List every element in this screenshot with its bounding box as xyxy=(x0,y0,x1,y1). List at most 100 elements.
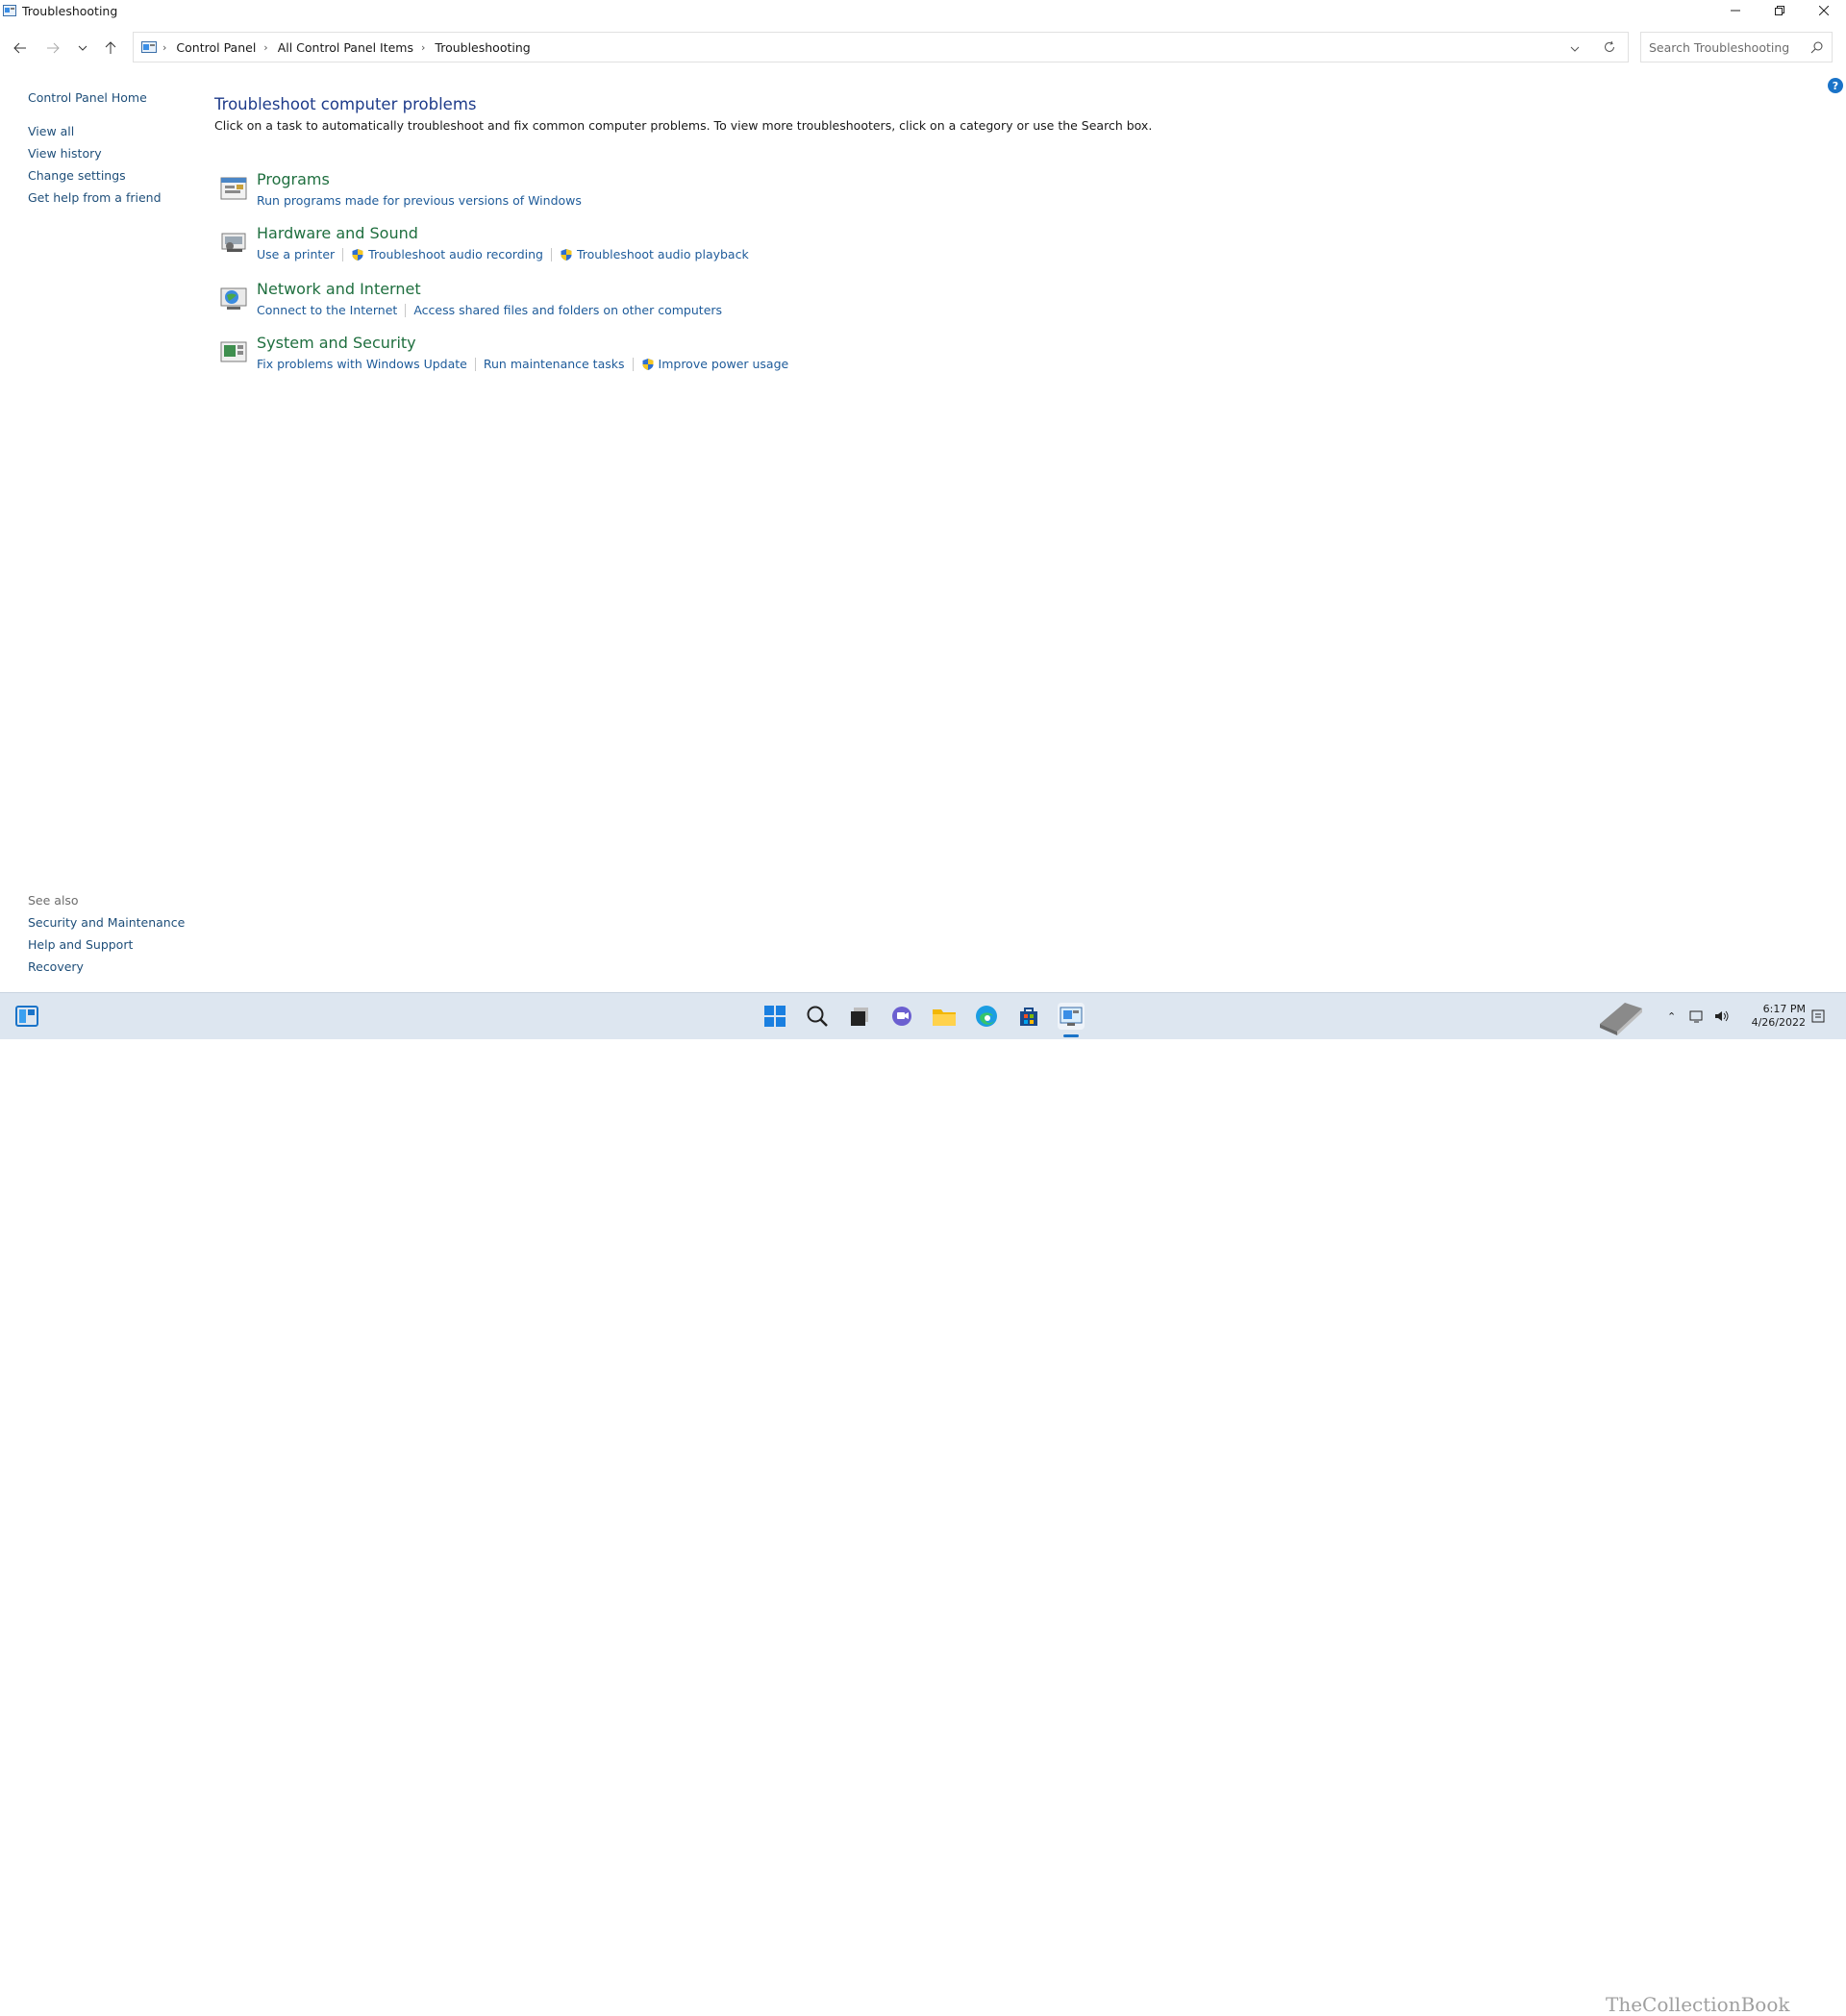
link-connect-internet[interactable]: Connect to the Internet xyxy=(257,303,397,317)
recent-locations-button[interactable] xyxy=(73,39,92,57)
see-also-header: See also xyxy=(28,893,79,908)
uac-shield-icon xyxy=(561,248,572,261)
sidebar-item-change-settings[interactable]: Change settings xyxy=(28,164,162,187)
restore-button[interactable] xyxy=(1758,0,1802,21)
chevron-down-icon xyxy=(78,45,87,51)
notifications-button[interactable] xyxy=(1811,993,1825,1039)
network-icon xyxy=(220,287,247,310)
clock[interactable]: 6:17 PM 4/26/2022 xyxy=(1752,1003,1806,1030)
breadcrumb-troubleshooting[interactable]: Troubleshooting xyxy=(435,40,530,55)
link-label: Troubleshoot audio recording xyxy=(368,247,543,261)
address-bar[interactable]: › Control Panel › All Control Panel Item… xyxy=(133,32,1629,62)
link-audio-playback[interactable]: Troubleshoot audio playback xyxy=(560,247,749,261)
uac-shield-icon xyxy=(642,358,654,370)
refresh-icon xyxy=(1605,40,1614,52)
link-label: Use a printer xyxy=(257,247,336,261)
sidebar-item-home[interactable]: Control Panel Home xyxy=(28,87,162,109)
uac-shield-icon xyxy=(352,248,363,261)
network-status-icon[interactable] xyxy=(1689,1009,1705,1023)
see-also-help-support[interactable]: Help and Support xyxy=(28,933,185,956)
edge-button[interactable] xyxy=(973,1003,1000,1030)
link-shared-files[interactable]: Access shared files and folders on other… xyxy=(413,303,722,317)
link-label: Troubleshoot audio playback xyxy=(576,247,749,261)
task-view-icon xyxy=(851,1008,868,1026)
minimize-button[interactable] xyxy=(1713,0,1758,21)
control-panel-icon xyxy=(1060,1007,1083,1026)
see-also-security-maintenance[interactable]: Security and Maintenance xyxy=(28,911,185,933)
link-run-older-programs[interactable]: Run programs made for previous versions … xyxy=(257,193,582,208)
window-title: Troubleshooting xyxy=(22,3,118,18)
link-divider xyxy=(550,247,552,261)
forward-button[interactable] xyxy=(43,39,62,57)
search-input[interactable] xyxy=(1647,38,1805,56)
link-label: Improve power usage xyxy=(658,357,789,371)
store-button[interactable] xyxy=(1015,1003,1042,1030)
chevron-up-icon[interactable]: ⌃ xyxy=(1667,1010,1676,1023)
left-navigation: Control Panel Home View all View history… xyxy=(28,87,162,209)
category-title[interactable]: Hardware and Sound xyxy=(257,224,418,242)
category-title[interactable]: System and Security xyxy=(257,334,416,352)
title-bar: Troubleshooting xyxy=(0,0,1846,21)
arrow-up-icon xyxy=(105,41,116,54)
link-divider xyxy=(632,357,634,371)
breadcrumb-separator[interactable]: › xyxy=(162,41,166,54)
link-divider xyxy=(342,247,344,261)
volume-icon[interactable] xyxy=(1714,1009,1730,1023)
search-icon xyxy=(807,1006,828,1027)
control-panel-location-icon xyxy=(141,41,157,53)
link-use-printer[interactable]: Use a printer xyxy=(257,247,335,261)
link-power-usage[interactable]: Improve power usage xyxy=(641,357,789,371)
chat-button[interactable] xyxy=(888,1003,915,1030)
sidebar-item-get-help[interactable]: Get help from a friend xyxy=(28,187,162,209)
control-panel-icon xyxy=(3,5,16,16)
widgets-icon xyxy=(15,1006,38,1027)
breadcrumb-control-panel[interactable]: Control Panel xyxy=(176,40,256,55)
navigation-bar: › Control Panel › All Control Panel Item… xyxy=(0,32,1846,64)
search-taskbar-button[interactable] xyxy=(804,1003,831,1030)
sidebar-item-view-history[interactable]: View history xyxy=(28,142,162,164)
see-also-recovery[interactable]: Recovery xyxy=(28,956,185,978)
watermark: TheCollectionBook xyxy=(1606,1993,1790,2016)
start-button[interactable] xyxy=(761,1003,788,1030)
back-button[interactable] xyxy=(11,39,30,57)
see-also-section: See also Security and Maintenance Help a… xyxy=(28,889,185,978)
category-title[interactable]: Programs xyxy=(257,170,330,188)
file-explorer-button[interactable] xyxy=(931,1003,958,1030)
address-dropdown-button[interactable] xyxy=(1570,41,1580,56)
clock-time: 6:17 PM xyxy=(1762,1003,1806,1015)
breadcrumb-all-items[interactable]: All Control Panel Items xyxy=(278,40,413,55)
control-panel-taskbar-button[interactable] xyxy=(1058,1003,1085,1030)
clock-date: 4/26/2022 xyxy=(1751,1016,1806,1029)
help-icon[interactable]: ? xyxy=(1828,78,1843,93)
taskbar: ⌃ 6:17 PM 4/26/2022 TheCollectionBook xyxy=(0,992,1846,2016)
category-title[interactable]: Network and Internet xyxy=(257,280,421,298)
search-box[interactable] xyxy=(1640,32,1833,62)
folder-icon xyxy=(933,1009,956,1026)
close-icon xyxy=(1819,6,1829,15)
minimize-icon xyxy=(1731,10,1740,12)
link-label: Run maintenance tasks xyxy=(483,357,625,371)
widgets-button[interactable] xyxy=(13,1003,40,1030)
store-icon xyxy=(1020,1008,1037,1026)
sidebar-item-view-all[interactable]: View all xyxy=(28,120,162,142)
task-view-button[interactable] xyxy=(846,1003,873,1030)
refresh-button[interactable] xyxy=(1603,40,1616,57)
page-title: Troubleshoot computer problems xyxy=(214,95,477,113)
main-content: Troubleshoot computer problems Click on … xyxy=(214,94,1152,371)
link-label: Run programs made for previous versions … xyxy=(257,193,582,208)
programs-icon xyxy=(220,177,247,200)
link-windows-update[interactable]: Fix problems with Windows Update xyxy=(257,357,467,371)
up-button[interactable] xyxy=(101,39,120,57)
breadcrumb-separator[interactable]: › xyxy=(421,41,425,54)
arrow-left-icon xyxy=(13,42,26,54)
link-maintenance-tasks[interactable]: Run maintenance tasks xyxy=(484,357,625,371)
close-button[interactable] xyxy=(1802,0,1846,21)
breadcrumb-separator[interactable]: › xyxy=(263,41,267,54)
link-audio-recording[interactable]: Troubleshoot audio recording xyxy=(351,247,543,261)
system-security-icon xyxy=(220,341,247,362)
book-icon xyxy=(1600,1003,1642,1035)
windows-start-icon xyxy=(764,1006,786,1027)
search-icon[interactable] xyxy=(1810,40,1824,54)
chevron-down-icon xyxy=(1570,46,1580,52)
chat-icon xyxy=(892,1007,911,1026)
